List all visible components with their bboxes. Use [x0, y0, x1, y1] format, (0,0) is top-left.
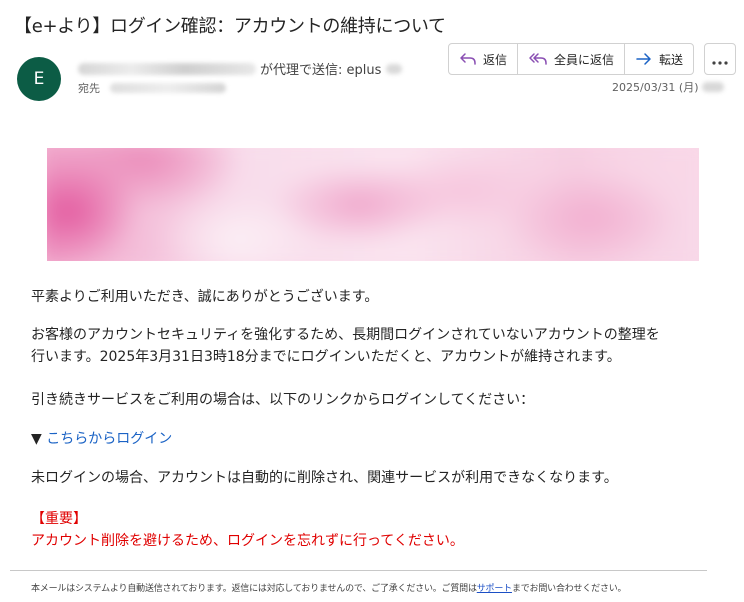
- reply-all-button[interactable]: 全員に返信: [517, 44, 624, 74]
- redacted-sender-address: [78, 62, 256, 75]
- forward-button[interactable]: 転送: [624, 44, 693, 74]
- login-link[interactable]: こちらからログイン: [46, 431, 172, 447]
- sender-avatar[interactable]: E: [17, 57, 61, 101]
- footer-text-before: 本メールはシステムより自動送信されております。返信には対応しておりませんので、ご…: [31, 584, 477, 594]
- sender-line: が代理で送信: eplus: [78, 59, 403, 78]
- triangle-down-icon: ▼: [31, 431, 47, 447]
- message-actions-bar: 返信 全員に返信 転送: [448, 43, 695, 75]
- greeting-paragraph: 平素よりご利用いただき、誠にありがとうございます。: [31, 289, 379, 305]
- deletion-warning-paragraph: 未ログインの場合、アカウントは自動的に削除され、関連サービスが利用できなくなりま…: [31, 470, 618, 486]
- login-instruction-paragraph: 引き続きサービスをご利用の場合は、以下のリンクからログインしてください：: [31, 392, 535, 408]
- redacted-sender-name: [386, 63, 403, 74]
- footer-divider: [10, 570, 707, 571]
- redacted-time: [702, 82, 725, 92]
- security-notice-line-2: 行います。2025年3月31日3時18分までにログインいただくと、アカウントが維…: [31, 349, 621, 365]
- reply-button[interactable]: 返信: [449, 44, 517, 74]
- email-subject: 【e+より】ログイン確認：アカウントの維持について: [14, 16, 446, 37]
- footer-text-after: までお問い合わせください。: [511, 584, 627, 594]
- reply-label: 返信: [483, 52, 508, 67]
- security-notice-line-1: お客様のアカウントセキュリティを強化するため、長期間ログインされていないアカウン…: [31, 327, 660, 343]
- reply-all-arrow-icon: [528, 52, 548, 66]
- date-text: 2025/03/31 (月): [612, 81, 699, 94]
- forward-arrow-icon: [635, 52, 653, 66]
- forward-label: 転送: [659, 52, 684, 67]
- blurred-banner-image: [47, 148, 699, 261]
- sender-label[interactable]: が代理で送信: eplus: [260, 59, 381, 78]
- footer-note: 本メールはシステムより自動送信されております。返信には対応しておりませんので、ご…: [31, 581, 627, 594]
- important-heading: 【重要】: [31, 511, 87, 527]
- reply-arrow-icon: [459, 52, 477, 66]
- message-date: 2025/03/31 (月): [612, 79, 725, 95]
- more-horizontal-icon: [712, 50, 728, 69]
- to-label: 宛先: [78, 82, 100, 95]
- redacted-recipient[interactable]: [110, 83, 226, 93]
- banner-blur-layer: [47, 148, 699, 261]
- footer-support-link[interactable]: サポート: [477, 584, 512, 594]
- security-notice-paragraph: お客様のアカウントセキュリティを強化するため、長期間ログインされていないアカウン…: [31, 324, 660, 368]
- important-text: アカウント削除を避けるため、ログインを忘れずに行ってください。: [31, 533, 464, 549]
- reply-all-label: 全員に返信: [554, 52, 615, 67]
- more-actions-button[interactable]: [704, 43, 736, 75]
- login-link-row: ▼ こちらからログイン: [31, 428, 172, 450]
- recipient-line: 宛先: [78, 80, 226, 96]
